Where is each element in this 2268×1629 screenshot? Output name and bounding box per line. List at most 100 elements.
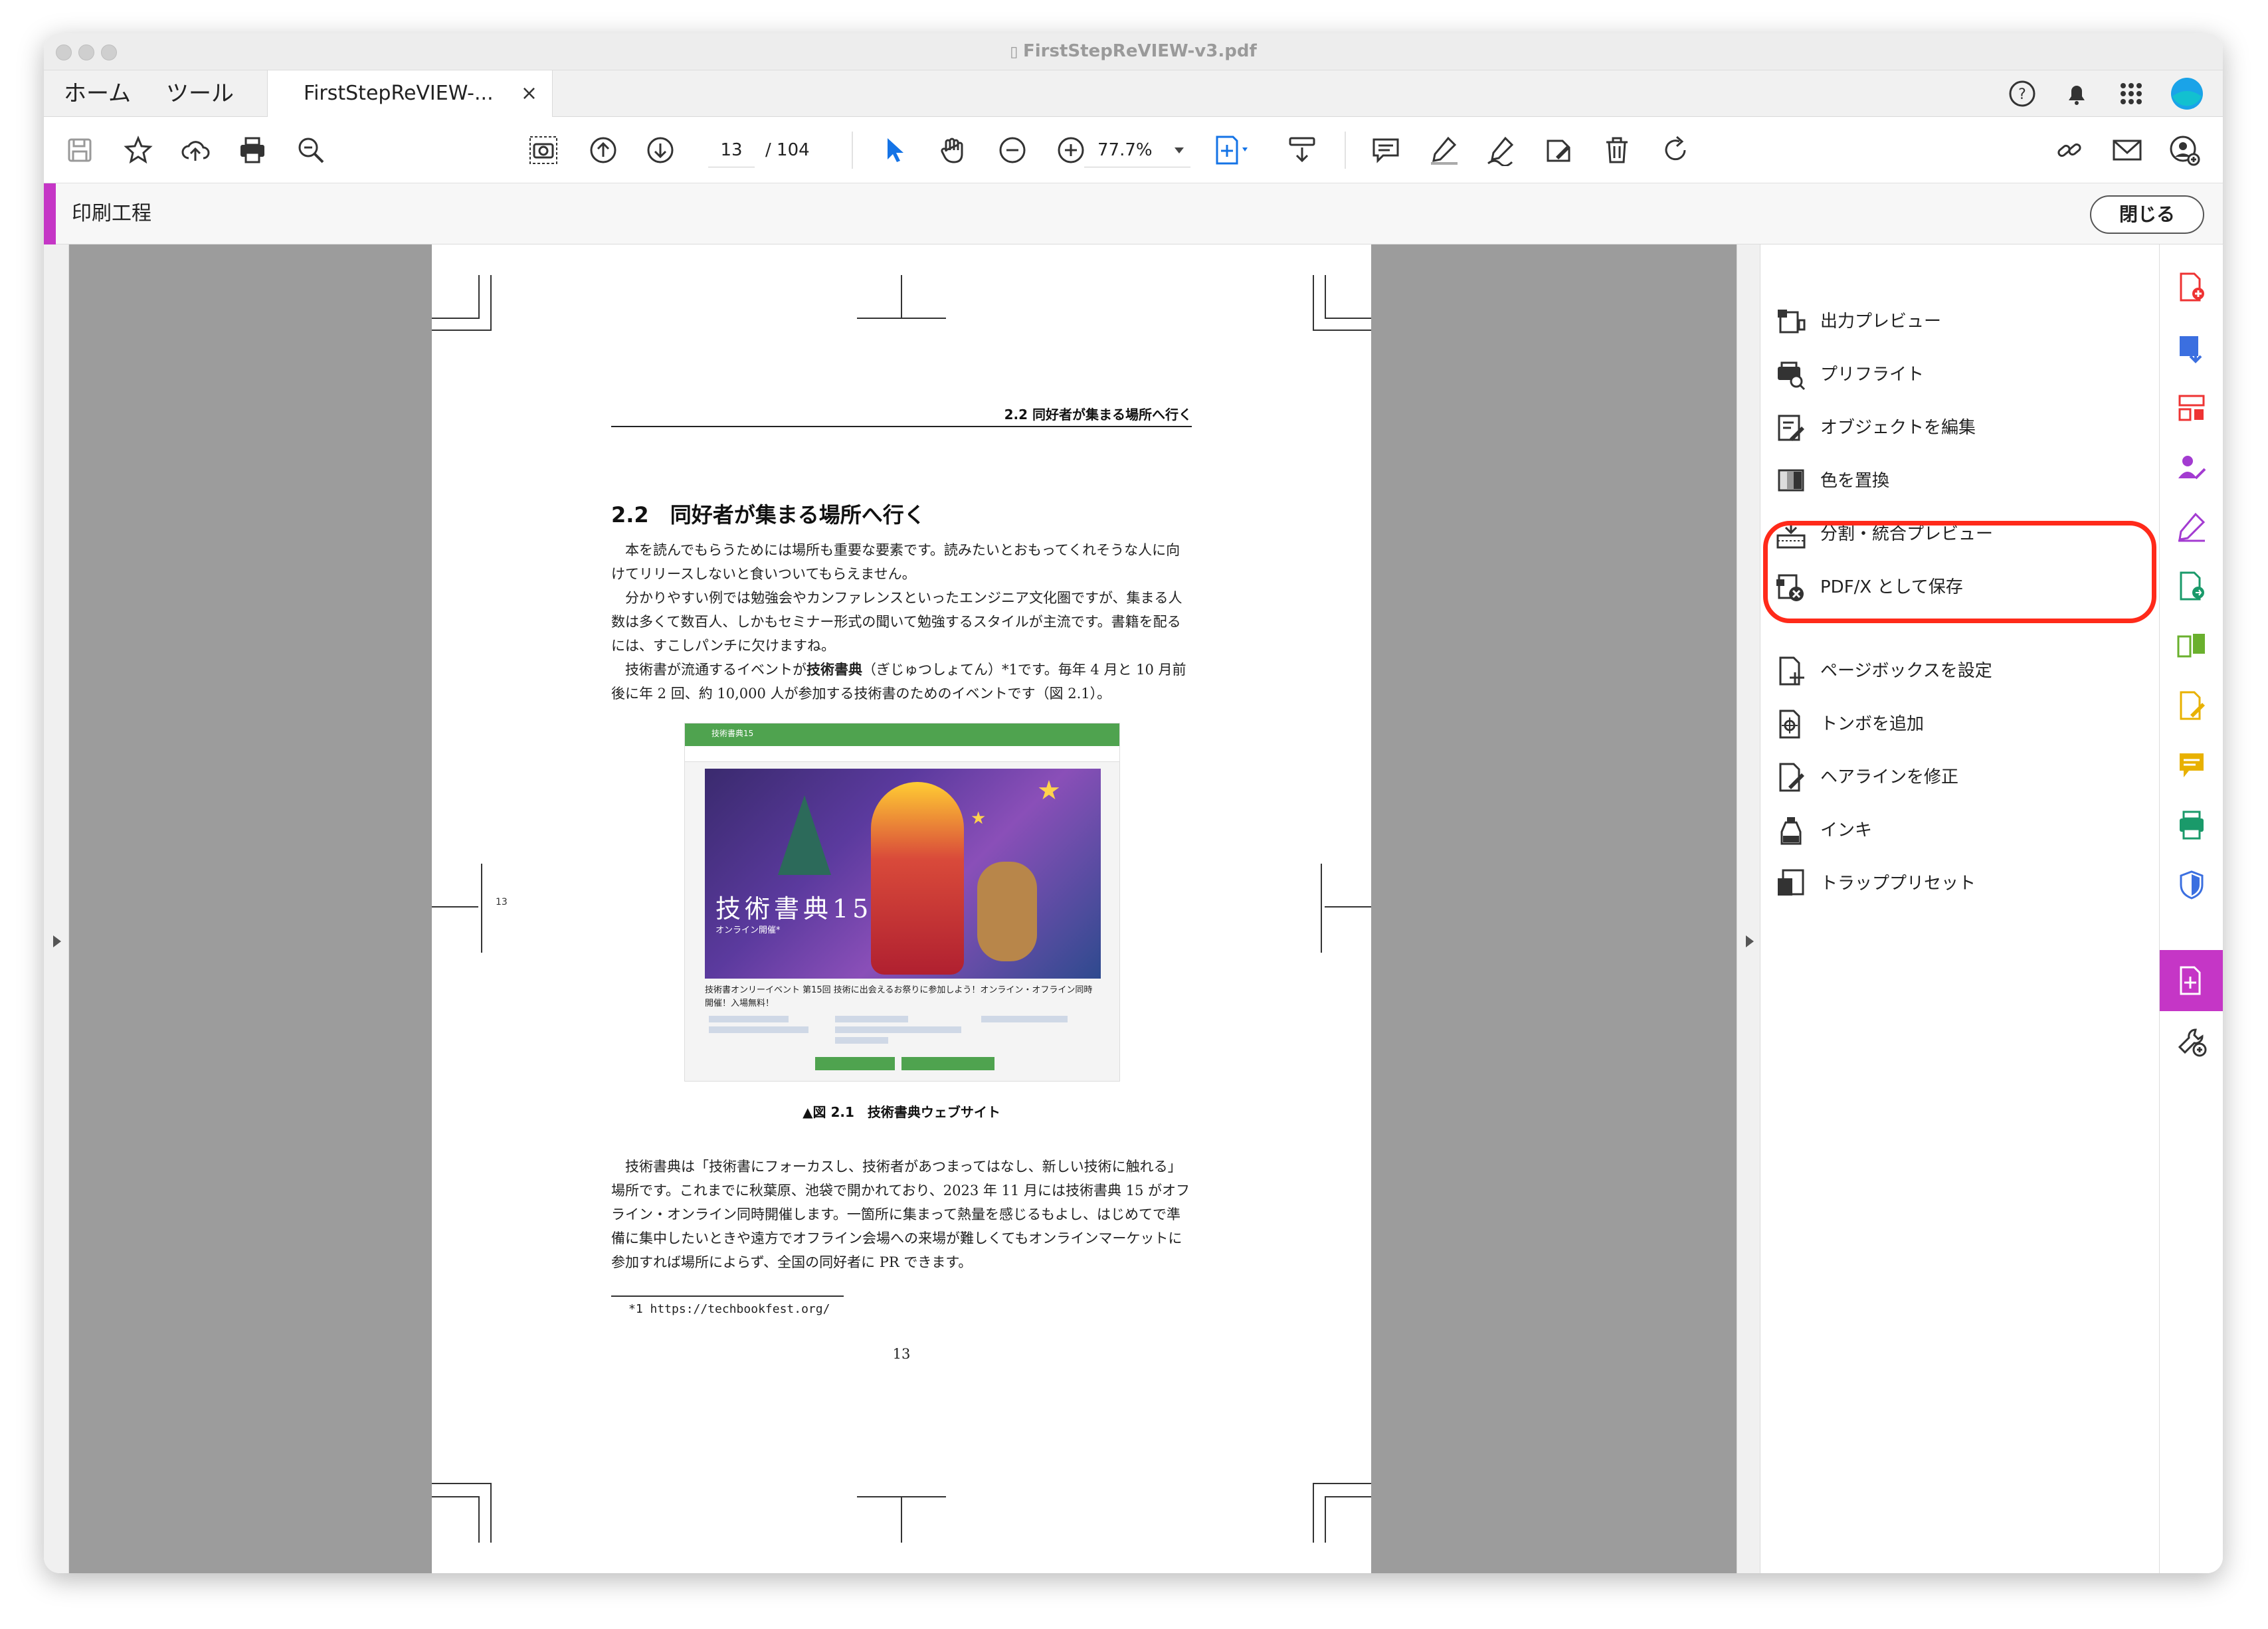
edit-pdf-icon[interactable] [2176,690,2208,721]
delete-trash-icon[interactable] [1601,134,1633,166]
page-box-icon [1775,655,1807,687]
scan-ocr-icon[interactable] [2176,809,2208,841]
share-link-icon[interactable] [2054,134,2086,166]
panel-item-label: プリフライト [1820,365,1925,385]
side-page-number: 13 [496,897,508,908]
panel-item-printer-marks[interactable]: トンボを追加 [1775,703,2147,743]
crop-mark [1313,330,1371,331]
comment-tool-icon[interactable] [2176,749,2208,781]
apps-grid-icon[interactable] [2117,79,2146,108]
figure-banner-image: ★ ★ 技術書典15 オンライン開催* [705,769,1101,979]
crop-mark [1313,1483,1314,1543]
title-bar: ▯ FirstStepReVIEW-v3.pdf [44,33,2223,70]
paragraph-1: 本を読んでもらうためには場所も重要な要素です。読みたいとおもってくれそうな人に向… [611,542,1181,582]
email-icon[interactable] [2111,134,2143,166]
panel-item-fix-hairlines[interactable]: ヘアラインを修正 [1775,756,2147,796]
panel-item-output-preview[interactable]: 出力プレビュー [1775,300,2147,340]
panel-item-label: トンボを追加 [1820,714,1925,734]
panel-item-trap-preset[interactable]: トラッププリセット [1775,862,2147,902]
panel-item-preflight[interactable]: プリフライト [1775,353,2147,393]
panel-item-page-box[interactable]: ページボックスを設定 [1775,650,2147,690]
help-icon[interactable]: ? [2008,79,2037,108]
print-production-panel: 出力プレビュー プリフライト オブジェクトを編集 色を置換 分割・統合プレビュー… [1760,244,2159,1573]
export-pdf-icon[interactable] [2176,332,2208,364]
figure-site-nav [685,746,1119,762]
hand-tool-icon[interactable] [937,134,969,166]
left-pane-toggle[interactable] [44,244,69,1573]
panel-item-edit-object[interactable]: オブジェクトを編集 [1775,407,2147,446]
main-toolbar: 13 / 104 77.7% [44,117,2223,183]
highlight-pen-icon[interactable] [1428,134,1460,166]
techbookfest-bold: 技術書典 [806,661,862,678]
trap-preset-icon [1775,868,1807,900]
ink-icon [1775,814,1807,846]
bookmark-star-icon[interactable] [122,134,154,166]
tab-home[interactable]: ホーム [64,70,131,117]
comment-icon[interactable] [1370,134,1402,166]
crop-mark [1325,1496,1326,1543]
figure-site-title: 技術書典15 [711,729,754,738]
fit-page-icon[interactable] [1213,134,1253,166]
send-for-review-icon[interactable] [2176,570,2208,602]
edit-object-icon [1775,412,1807,444]
crop-mark [901,275,902,319]
snapshot-camera-icon[interactable] [527,134,559,166]
figure-text-line [709,1016,789,1022]
zoom-level-value: 77.7% [1097,140,1153,160]
panel-item-ink[interactable]: インキ [1775,809,2147,849]
reindeer-illustration [977,862,1037,961]
save-icon[interactable] [64,134,96,166]
create-pdf-icon[interactable] [2176,271,2208,303]
upload-cloud-icon[interactable] [179,134,211,166]
tree-illustration [778,795,831,875]
tab-document[interactable]: FirstStepReVIEW-... × [267,70,553,118]
tab-tools[interactable]: ツール [166,70,234,117]
bell-icon[interactable] [2062,79,2091,108]
figure-text-line [835,1037,888,1044]
zoom-level-dropdown[interactable]: 77.7% [1084,133,1190,167]
figure-text-line [981,1016,1068,1022]
tool-header: 印刷工程 閉じる [44,183,2223,244]
select-cursor-icon[interactable] [878,134,910,166]
add-user-icon[interactable] [2168,134,2200,166]
app-window: ▯ FirstStepReVIEW-v3.pdf ホーム ツール FirstSt… [44,33,2223,1573]
crop-mark [432,906,478,908]
account-avatar-icon[interactable] [2170,76,2204,111]
rotate-icon[interactable] [1659,134,1691,166]
print-icon[interactable] [236,134,268,166]
crop-mark [478,1496,480,1543]
zoom-in-icon[interactable] [1055,134,1087,166]
previous-page-icon[interactable] [587,134,619,166]
crop-mark [490,1483,492,1543]
page-navigator: 13 / 104 [708,133,828,167]
document-viewport[interactable]: 13 2.2 同好者が集まる場所へ行く 2.2 同好者が集まる場所へ行く 本を読… [69,244,1737,1573]
search-icon[interactable] [295,134,327,166]
zoom-out-icon[interactable] [996,134,1028,166]
edit-stamp-icon[interactable] [1543,134,1574,166]
footnote-rule [611,1295,844,1297]
print-production-tool-active[interactable] [2160,950,2223,1011]
fill-sign-icon[interactable] [2176,510,2208,542]
page-number-input[interactable]: 13 [708,133,755,167]
toolbar-divider [852,132,853,169]
crop-mark [490,275,492,331]
panel-item-label: ヘアラインを修正 [1820,767,1959,787]
crop-mark [1325,275,1326,319]
right-pane-toggle[interactable] [1737,244,1760,1573]
page-number: 13 [892,1346,911,1362]
window-title: ▯ FirstStepReVIEW-v3.pdf [1010,41,1257,61]
more-tools-icon[interactable] [2176,1026,2208,1058]
close-tool-button[interactable]: 閉じる [2090,195,2204,234]
compare-files-icon[interactable] [2176,630,2208,662]
panel-item-label: 色を置換 [1820,471,1890,491]
signature-pen-icon[interactable] [1485,134,1517,167]
scroll-mode-icon[interactable] [1286,134,1318,166]
organize-pages-icon[interactable] [2176,392,2208,424]
tab-close-icon[interactable]: × [521,70,537,117]
tool-name: 印刷工程 [72,202,151,225]
crop-mark [432,318,478,319]
next-page-icon[interactable] [644,134,676,166]
request-signatures-icon[interactable] [2176,452,2208,484]
protect-shield-icon[interactable] [2176,869,2208,901]
panel-item-replace-color[interactable]: 色を置換 [1775,460,2147,500]
